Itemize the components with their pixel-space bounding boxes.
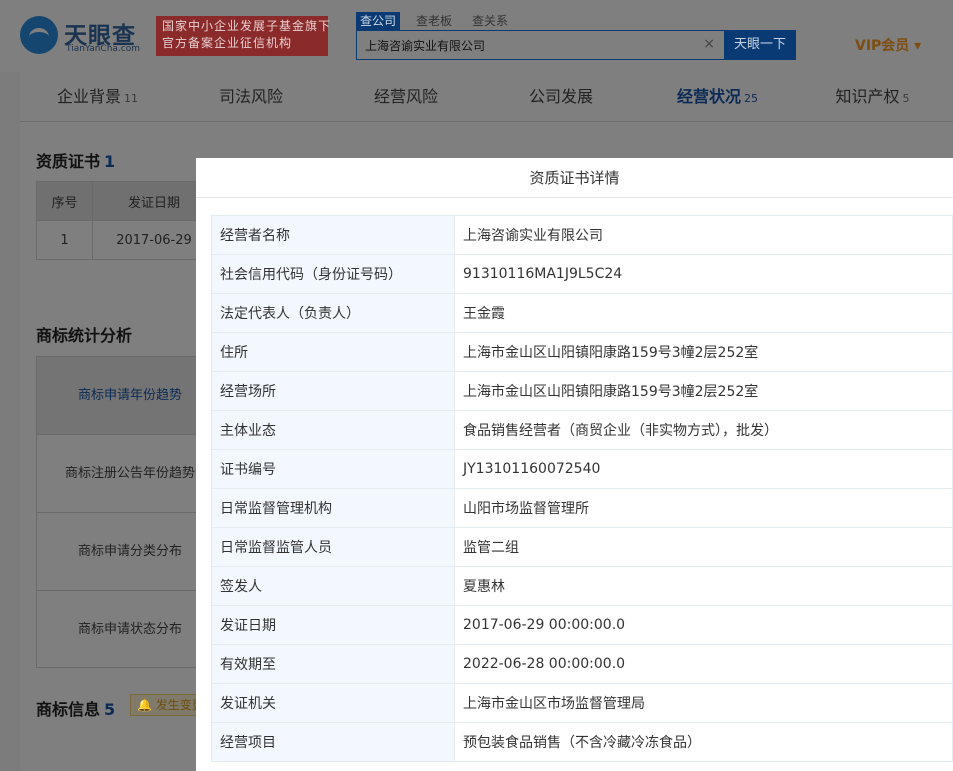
tab-label: 企业背景 <box>56 87 121 106</box>
certificate-detail-table: 经营者名称 上海咨谕实业有限公司 社会信用代码（身份证号码） 91310116MA1… <box>211 215 953 762</box>
bell-icon: 🔔 <box>137 698 152 712</box>
detail-key: 经营场所 <box>211 371 455 411</box>
section-title-text: 资质证书 <box>36 152 101 171</box>
trademark-stats-list: 商标申请年份趋势 商标注册公告年份趋势 商标申请分类分布 商标申请状态分布 <box>36 356 216 668</box>
top-header: 天眼查 TianYanCha.com 国家中小企业发展子基金旗下 官方备案企业征… <box>0 0 953 72</box>
tab-company-development[interactable]: 公司发展 <box>485 72 640 121</box>
detail-value: 2022-06-28 00:00:00.0 <box>454 644 953 684</box>
detail-key: 经营项目 <box>211 722 455 762</box>
tab-label: 公司发展 <box>528 87 593 106</box>
detail-key: 日常监督管理机构 <box>211 488 455 528</box>
column-header: 序号 <box>36 181 93 221</box>
tab-count: 5 <box>902 92 910 105</box>
tab-label: 司法风险 <box>218 87 283 106</box>
tab-operating-status[interactable]: 经营状况 25 <box>640 72 795 121</box>
list-item[interactable]: 商标注册公告年份趋势 <box>37 435 215 513</box>
detail-key: 住所 <box>211 332 455 372</box>
detail-key: 社会信用代码（身份证号码） <box>211 254 455 294</box>
stat-link[interactable]: 商标申请状态分布 <box>45 591 215 669</box>
detail-row: 社会信用代码（身份证号码） 91310116MA1J9L5C24 <box>211 254 953 294</box>
detail-key: 主体业态 <box>211 410 455 450</box>
tab-company-background[interactable]: 企业背景 11 <box>20 72 175 121</box>
qualification-section-title: 资质证书 1 <box>36 148 115 172</box>
tab-judicial-risk[interactable]: 司法风险 <box>175 72 330 121</box>
list-item[interactable]: 商标申请年份趋势 <box>37 357 215 435</box>
detail-value: 食品销售经营者（商贸企业（非实物方式），批发） <box>454 410 953 450</box>
detail-row: 发证日期 2017-06-29 00:00:00.0 <box>211 605 953 645</box>
slogan-line-2: 官方备案企业征信机构 <box>162 36 293 50</box>
vip-member-menu[interactable]: VIP会员 ▾ <box>855 35 921 55</box>
logo-domain: TianYanCha.com <box>66 44 141 54</box>
tab-label: 知识产权 <box>835 87 900 106</box>
detail-key: 有效期至 <box>211 644 455 684</box>
detail-row: 签发人 夏惠林 <box>211 566 953 606</box>
search-button[interactable]: 天眼一下 <box>724 30 796 60</box>
detail-value: 山阳市场监督管理所 <box>454 488 953 528</box>
section-count: 5 <box>104 700 116 719</box>
stat-link[interactable]: 商标申请年份趋势 <box>45 357 215 434</box>
table-cell: 1 <box>36 220 93 260</box>
tab-search-relation[interactable]: 查关系 <box>468 12 512 30</box>
tab-count: 25 <box>744 92 758 105</box>
table-row[interactable]: 1 2017-06-29 <box>36 220 216 260</box>
detail-row: 住所 上海市金山区山阳镇阳康路159号3幢2层252室 <box>211 332 953 372</box>
tab-label: 经营风险 <box>373 87 438 106</box>
certificate-detail-modal: 资质证书详情 经营者名称 上海咨谕实业有限公司 社会信用代码（身份证号码） 9131… <box>196 158 953 771</box>
stat-link[interactable]: 商标注册公告年份趋势 <box>45 435 215 512</box>
detail-value: 预包装食品销售（不含冷藏冷冻食品） <box>454 722 953 762</box>
table-header-row: 序号 发证日期 <box>36 181 216 221</box>
tab-operating-risk[interactable]: 经营风险 <box>330 72 485 121</box>
list-item[interactable]: 商标申请状态分布 <box>37 591 215 669</box>
tab-count: 11 <box>124 92 138 105</box>
trademark-info-title: 商标信息 5 <box>36 696 115 720</box>
section-title-text: 商标信息 <box>36 700 101 719</box>
modal-title: 资质证书详情 <box>196 158 953 198</box>
detail-key: 发证机关 <box>211 683 455 723</box>
detail-row: 主体业态 食品销售经营者（商贸企业（非实物方式），批发） <box>211 410 953 450</box>
detail-value: 夏惠林 <box>454 566 953 606</box>
tab-search-company[interactable]: 查公司 <box>356 12 401 30</box>
detail-value: 上海咨谕实业有限公司 <box>454 215 953 255</box>
detail-value: 监管二组 <box>454 527 953 567</box>
detail-row: 证书编号 JY13101160072540 <box>211 449 953 489</box>
detail-key: 法定代表人（负责人） <box>211 293 455 333</box>
tab-intellectual-property[interactable]: 知识产权 5 <box>795 72 950 121</box>
slogan-banner: 国家中小企业发展子基金旗下 官方备案企业征信机构 <box>156 16 332 56</box>
detail-value: 91310116MA1J9L5C24 <box>454 254 953 294</box>
site-logo[interactable]: 天眼查 TianYanCha.com <box>20 14 150 58</box>
detail-row: 经营者名称 上海咨谕实业有限公司 <box>211 215 953 255</box>
section-count: 1 <box>104 152 116 171</box>
search-type-tabs: 查公司 查老板 查关系 <box>356 12 512 30</box>
eye-logo-icon <box>20 16 58 54</box>
detail-key: 签发人 <box>211 566 455 606</box>
detail-row: 日常监督监管人员 监管二组 <box>211 527 953 567</box>
detail-value: 上海市金山区山阳镇阳康路159号3幢2层252室 <box>454 371 953 411</box>
detail-row: 经营项目 预包装食品销售（不含冷藏冷冻食品） <box>211 722 953 762</box>
qualification-table: 序号 发证日期 1 2017-06-29 <box>36 181 216 260</box>
search-box: × <box>356 30 726 60</box>
detail-row: 日常监督管理机构 山阳市场监督管理所 <box>211 488 953 528</box>
detail-value: 2017-06-29 00:00:00.0 <box>454 605 953 645</box>
slogan-line-1: 国家中小企业发展子基金旗下 <box>162 19 332 33</box>
detail-key: 日常监督监管人员 <box>211 527 455 567</box>
trademark-stats-title: 商标统计分析 <box>36 326 133 345</box>
stat-link[interactable]: 商标申请分类分布 <box>45 513 215 590</box>
section-nav: 企业背景 11 司法风险 经营风险 公司发展 经营状况 25 知识产权 5 <box>20 72 953 122</box>
search-input[interactable] <box>357 31 697 59</box>
clear-icon[interactable]: × <box>703 36 715 52</box>
detail-key: 经营者名称 <box>211 215 455 255</box>
tab-search-boss[interactable]: 查老板 <box>412 12 456 30</box>
detail-value: 王金霞 <box>454 293 953 333</box>
detail-key: 发证日期 <box>211 605 455 645</box>
detail-row: 经营场所 上海市金山区山阳镇阳康路159号3幢2层252室 <box>211 371 953 411</box>
detail-key: 证书编号 <box>211 449 455 489</box>
list-item[interactable]: 商标申请分类分布 <box>37 513 215 591</box>
detail-value: JY13101160072540 <box>454 449 953 489</box>
detail-row: 发证机关 上海市金山区市场监督管理局 <box>211 683 953 723</box>
detail-value: 上海市金山区山阳镇阳康路159号3幢2层252室 <box>454 332 953 372</box>
detail-row: 法定代表人（负责人） 王金霞 <box>211 293 953 333</box>
detail-value: 上海市金山区市场监督管理局 <box>454 683 953 723</box>
detail-row: 有效期至 2022-06-28 00:00:00.0 <box>211 644 953 684</box>
tab-label: 经营状况 <box>676 87 741 106</box>
